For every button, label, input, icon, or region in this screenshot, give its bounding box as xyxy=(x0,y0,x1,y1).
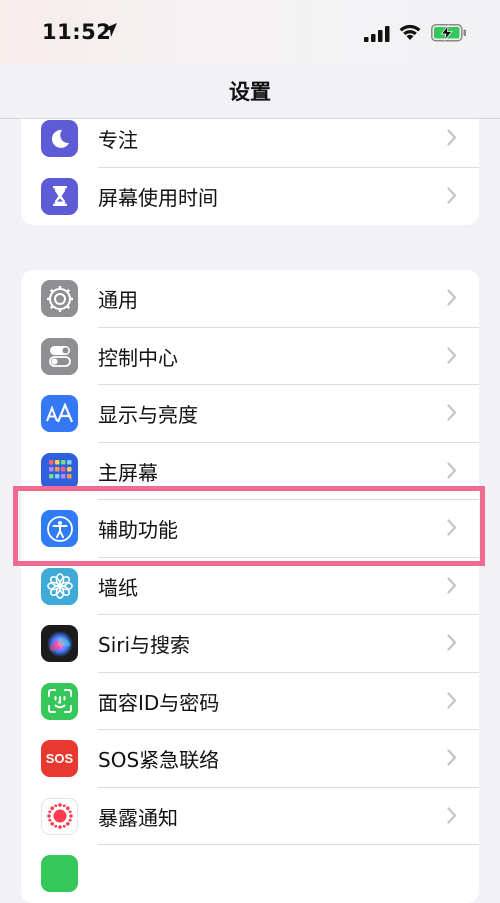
settings-row-siri-search[interactable]: Siri与搜索 xyxy=(21,615,479,673)
face-id-icon xyxy=(41,682,78,720)
home-grid-icon xyxy=(41,452,78,490)
chevron-right-icon xyxy=(447,129,457,146)
sos-icon: SOS xyxy=(41,740,78,777)
settings-row-label: 面容ID与密码 xyxy=(98,690,220,715)
sos-icon-text: SOS xyxy=(45,751,74,766)
settings-row-label: 控制中心 xyxy=(98,345,178,370)
highlight-box-accessibility xyxy=(13,486,485,566)
status-time: 11:52 xyxy=(42,20,112,44)
flower-icon xyxy=(41,567,78,605)
settings-row-emergency-sos[interactable]: SOS SOS紧急联络 xyxy=(21,730,479,788)
chevron-right-icon xyxy=(447,461,457,479)
chevron-right-icon xyxy=(447,404,457,421)
settings-row-label: Siri与搜索 xyxy=(98,633,191,657)
settings-row-exposure-notifications[interactable]: 暴露通知 xyxy=(21,788,479,845)
chevron-right-icon xyxy=(447,806,457,824)
settings-row-label: 暴露通知 xyxy=(98,805,178,830)
battery-charging-icon xyxy=(431,24,466,42)
settings-row-label: SOS紧急联络 xyxy=(98,748,220,772)
text-size-icon xyxy=(41,395,78,432)
settings-row-wallpaper[interactable]: 墙纸 xyxy=(21,558,479,615)
settings-row-label: 主屏幕 xyxy=(98,460,158,485)
settings-row-display-brightness[interactable]: 显示与亮度 xyxy=(21,385,479,443)
settings-row-general[interactable]: 通用 xyxy=(21,270,479,328)
toggles-icon xyxy=(41,337,78,375)
chevron-right-icon xyxy=(447,634,457,651)
settings-row-label: 显示与亮度 xyxy=(98,403,198,427)
hourglass-icon xyxy=(41,177,78,215)
gear-icon xyxy=(41,280,78,317)
chevron-right-icon xyxy=(447,749,457,766)
settings-row-partial[interactable] xyxy=(21,845,479,903)
chevron-right-icon xyxy=(447,346,457,364)
chevron-right-icon xyxy=(447,186,457,204)
navigation-bar-overlay: 设置 xyxy=(0,64,500,119)
settings-row-face-id-passcode[interactable]: 面容ID与密码 xyxy=(21,673,479,730)
battery-green-icon xyxy=(41,855,78,892)
settings-row-label: 专注 xyxy=(98,128,138,152)
settings-row-control-center[interactable]: 控制中心 xyxy=(21,328,479,385)
settings-row-label: 通用 xyxy=(98,288,138,312)
status-bar: 11:52 xyxy=(0,0,500,64)
settings-group-general: 通用 控制中心 显示与亮度 主屏幕 辅助功能 墙纸 Siri与搜索 面容ID与密… xyxy=(21,270,479,903)
settings-group-focus: 专注 屏幕使用时间 xyxy=(21,110,479,225)
wifi-icon xyxy=(399,24,421,40)
chevron-right-icon xyxy=(447,289,457,306)
location-arrow-icon xyxy=(103,23,117,37)
chevron-right-icon xyxy=(447,576,457,594)
siri-icon xyxy=(41,625,78,662)
moon-icon xyxy=(41,120,78,157)
chevron-right-icon xyxy=(447,691,457,709)
settings-row-screen-time[interactable]: 屏幕使用时间 xyxy=(21,168,479,226)
cellular-signal-icon xyxy=(364,26,390,42)
settings-row-label: 屏幕使用时间 xyxy=(98,185,218,210)
page-title-overlay: 设置 xyxy=(229,80,271,104)
exposure-icon xyxy=(41,797,78,835)
settings-row-label: 墙纸 xyxy=(98,575,138,600)
